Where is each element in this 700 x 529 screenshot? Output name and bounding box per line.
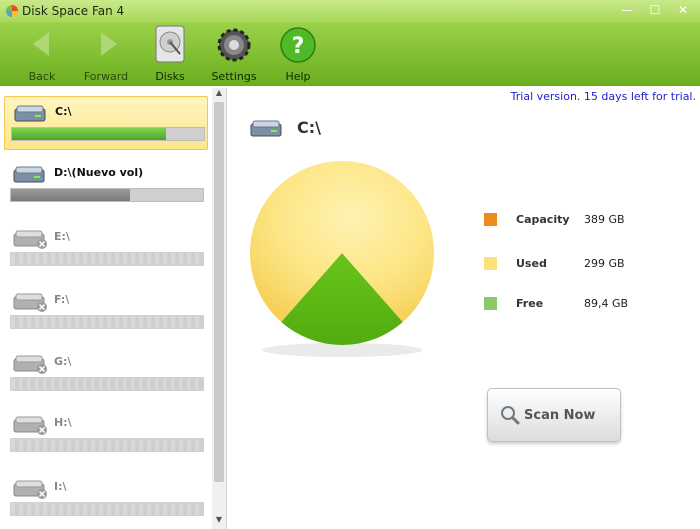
back-button[interactable]: Back <box>12 24 72 84</box>
settings-button[interactable]: Settings <box>204 24 264 84</box>
help-button[interactable]: ? Help <box>268 24 328 84</box>
drive-icon <box>13 166 45 183</box>
drive-item-h[interactable]: H:\ <box>4 408 206 460</box>
settings-label: Settings <box>211 70 257 83</box>
scroll-thumb[interactable] <box>214 102 224 482</box>
legend-name: Used <box>516 257 547 270</box>
disks-button[interactable]: Disks <box>140 24 200 84</box>
drive-usage-fill <box>12 128 166 140</box>
drive-unavailable-icon <box>13 293 47 312</box>
settings-gear-icon <box>217 28 251 62</box>
drive-unavailable-icon <box>13 355 47 374</box>
scan-now-button[interactable]: Scan Now <box>487 388 621 442</box>
legend-free: Free 89,4 GB <box>484 296 684 312</box>
legend-swatch <box>484 257 497 270</box>
svg-text:?: ? <box>292 34 305 59</box>
trial-notice: Trial version. 15 days left for trial. <box>510 90 696 103</box>
drive-usage-bar <box>10 438 204 452</box>
drive-usage-bar <box>10 377 204 391</box>
drive-item-g[interactable]: G:\ <box>4 347 206 399</box>
drive-unavailable-icon <box>13 230 47 249</box>
forward-arrow-icon <box>101 32 117 56</box>
minimize-button[interactable]: — <box>616 2 638 18</box>
drive-item-i[interactable]: I:\ <box>4 472 206 524</box>
toolbar: Back Forward Disks Settings ? Help <box>0 22 700 86</box>
legend-value: 89,4 GB <box>584 297 629 310</box>
maximize-button[interactable]: ☐ <box>644 2 666 18</box>
forward-button[interactable]: Forward <box>76 24 136 84</box>
current-drive-label: C:\ <box>297 118 321 137</box>
scroll-up-icon[interactable]: ▲ <box>212 88 226 100</box>
drive-item-c[interactable]: C:\ <box>4 96 208 150</box>
disks-label: Disks <box>155 70 185 83</box>
legend-name: Capacity <box>516 213 570 226</box>
drive-icon <box>250 120 282 137</box>
legend-swatch <box>484 213 497 226</box>
drive-label: I:\ <box>54 480 67 493</box>
drive-list-scrollbar[interactable]: ▲ ▼ <box>212 88 226 529</box>
drive-usage-bar <box>11 127 205 141</box>
drive-icon <box>14 105 46 122</box>
scan-now-label: Scan Now <box>524 408 596 423</box>
drive-label: C:\ <box>55 105 72 118</box>
drive-usage-bar <box>10 188 204 202</box>
drive-unavailable-icon <box>13 480 47 499</box>
help-question-icon: ? <box>280 27 316 63</box>
drive-unavailable-icon <box>13 416 47 435</box>
drive-label: E:\ <box>54 230 70 243</box>
drive-usage-fill <box>11 189 131 201</box>
back-label: Back <box>28 70 56 83</box>
help-label: Help <box>285 70 311 83</box>
drive-item-d[interactable]: D:\(Nuevo vol) <box>4 158 206 210</box>
title-bar: Disk Space Fan 4 — ☐ ✕ <box>0 0 700 22</box>
legend-value: 389 GB <box>584 213 625 226</box>
main-panel: Trial version. 15 days left for trial. C… <box>227 88 700 529</box>
close-button[interactable]: ✕ <box>672 2 694 18</box>
disk-usage-pie-chart <box>250 161 434 357</box>
app-icon <box>6 5 18 17</box>
drive-item-e[interactable]: E:\ <box>4 222 206 274</box>
window-title: Disk Space Fan 4 <box>22 4 125 18</box>
legend-name: Free <box>516 297 544 310</box>
legend-value: 299 GB <box>584 257 625 270</box>
drive-label: D:\(Nuevo vol) <box>54 166 144 179</box>
legend-used: Used 299 GB <box>484 256 684 272</box>
drive-label: H:\ <box>54 416 72 429</box>
forward-label: Forward <box>83 70 129 83</box>
back-arrow-icon <box>33 32 49 56</box>
legend-capacity: Capacity 389 GB <box>484 212 684 228</box>
hard-disk-icon <box>155 25 185 63</box>
scroll-down-icon[interactable]: ▼ <box>212 515 226 527</box>
drive-usage-bar <box>10 502 204 516</box>
drive-label: F:\ <box>54 293 70 306</box>
legend-swatch <box>484 297 497 310</box>
drive-label: G:\ <box>54 355 72 368</box>
drive-item-f[interactable]: F:\ <box>4 285 206 337</box>
drive-usage-bar <box>10 252 204 266</box>
drive-list: C:\ D:\(Nuevo vol) E:\ F:\ G:\ H:\ I:\ <box>0 88 227 529</box>
magnifier-icon <box>501 406 520 425</box>
pie-shadow <box>262 343 422 357</box>
drive-usage-bar <box>10 315 204 329</box>
